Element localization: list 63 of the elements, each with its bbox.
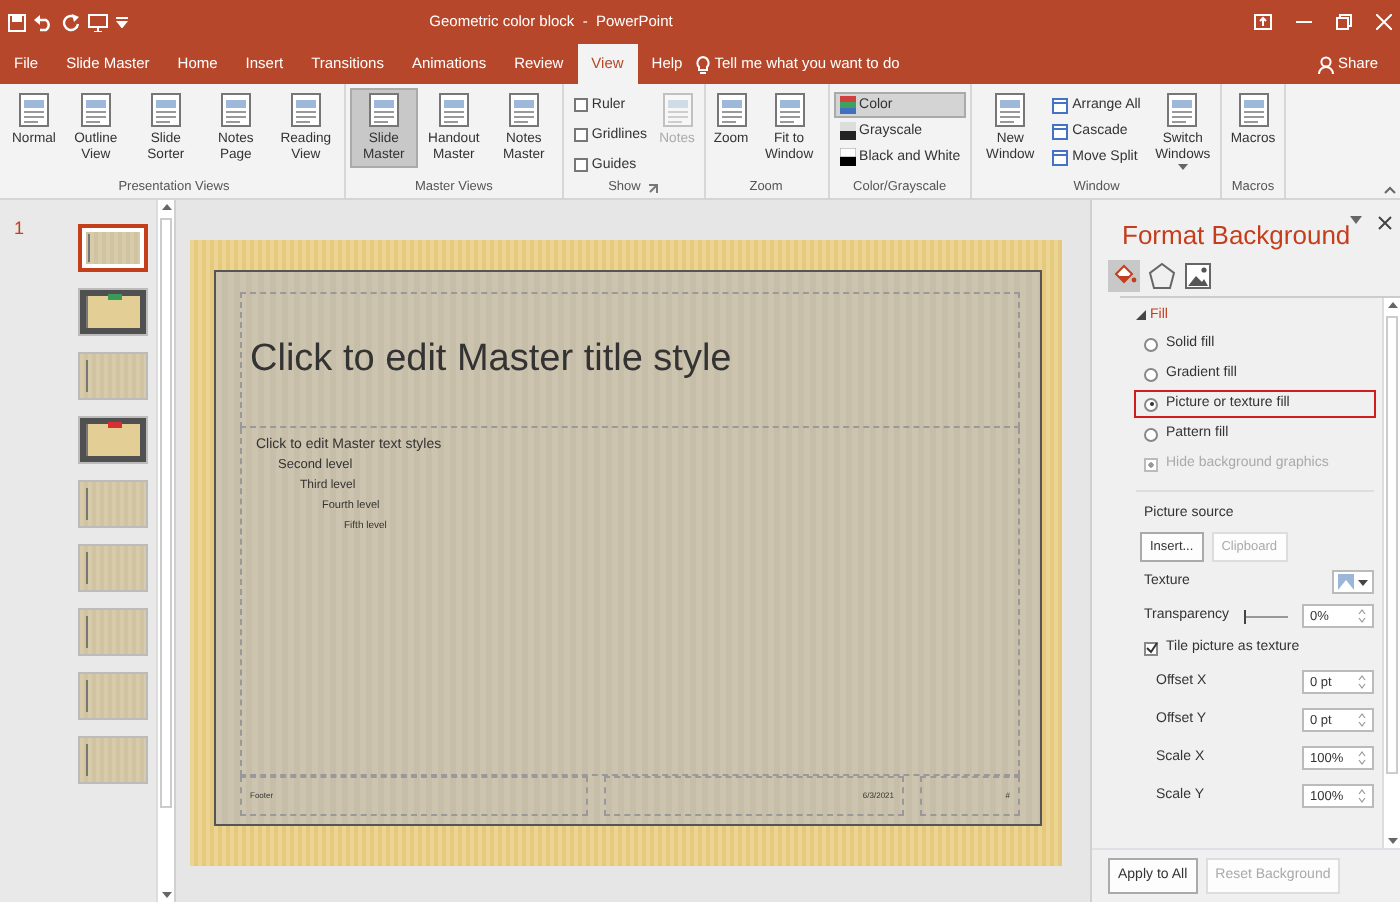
page-icon	[289, 92, 322, 128]
spinner-icon[interactable]	[1358, 674, 1366, 691]
page-icon	[1237, 92, 1270, 128]
slide-thumbnail[interactable]	[78, 672, 149, 720]
redo-icon[interactable]	[62, 13, 80, 31]
spinner-icon[interactable]	[1358, 788, 1366, 805]
slide-thumbnail[interactable]	[78, 608, 149, 656]
close-icon[interactable]	[1378, 216, 1393, 230]
swatch-icon	[839, 96, 856, 114]
caret-icon	[1358, 579, 1368, 586]
slide-thumbnail[interactable]	[78, 288, 149, 336]
ribbon-options-icon[interactable]	[1254, 14, 1272, 30]
page-icon	[715, 92, 748, 128]
pentagon-icon[interactable]	[1148, 259, 1176, 291]
slide-thumbnail[interactable]	[78, 224, 149, 272]
page-icon	[507, 92, 540, 128]
picture-icon[interactable]	[1184, 259, 1212, 291]
lightbulb-icon[interactable]	[696, 55, 711, 73]
scrollbar-thumb[interactable]	[160, 218, 173, 808]
pane-title: Format Background	[1120, 218, 1351, 254]
spinner-icon[interactable]	[1358, 750, 1366, 767]
scroll-down-icon[interactable]	[159, 888, 174, 902]
window-icon	[1052, 97, 1069, 113]
save-icon[interactable]	[8, 13, 26, 31]
restore-icon[interactable]	[1336, 14, 1352, 30]
texture-icon	[1338, 574, 1354, 591]
collapse-ribbon-icon[interactable]	[1384, 186, 1396, 194]
spinner-icon[interactable]	[1357, 608, 1366, 625]
slide-thumbnail[interactable]	[78, 352, 149, 400]
slide-thumbnail[interactable]	[78, 480, 149, 528]
checkmark-icon	[1145, 642, 1157, 655]
spinner-icon[interactable]	[1358, 712, 1366, 729]
slide-thumbnail[interactable]	[78, 736, 149, 784]
scroll-up-icon[interactable]	[1385, 297, 1399, 311]
page-icon	[773, 92, 806, 128]
customize-icon[interactable]	[116, 16, 128, 28]
page-icon	[219, 92, 252, 128]
slide-thumbnail[interactable]	[78, 416, 149, 464]
swatch-icon	[839, 148, 856, 166]
page-icon	[994, 92, 1027, 128]
fill-icon[interactable]	[1108, 259, 1140, 291]
page-icon	[367, 92, 400, 128]
page-icon	[149, 92, 182, 128]
undo-icon[interactable]	[34, 13, 54, 31]
window-icon	[1052, 149, 1069, 165]
pane-options-icon[interactable]	[1350, 216, 1363, 224]
page-icon	[79, 92, 112, 128]
texture-dropdown[interactable]	[1332, 570, 1374, 595]
page-icon	[437, 92, 470, 128]
window-icon	[1052, 123, 1069, 139]
presentation-icon[interactable]	[88, 13, 108, 31]
slide-thumbnail[interactable]	[78, 544, 149, 592]
page-icon	[661, 92, 694, 128]
title-placeholder[interactable]: Click to edit Master title style	[240, 292, 1020, 428]
scroll-down-icon[interactable]	[1385, 833, 1399, 847]
dialog-launcher-icon[interactable]	[648, 183, 659, 193]
slide-number: 1	[14, 216, 25, 242]
scrollbar-thumb[interactable]	[1386, 315, 1398, 773]
person-icon	[1317, 55, 1334, 73]
page-icon	[1166, 92, 1199, 128]
swatch-icon	[839, 122, 856, 140]
expand-icon	[1136, 310, 1146, 321]
page-icon	[17, 92, 50, 128]
